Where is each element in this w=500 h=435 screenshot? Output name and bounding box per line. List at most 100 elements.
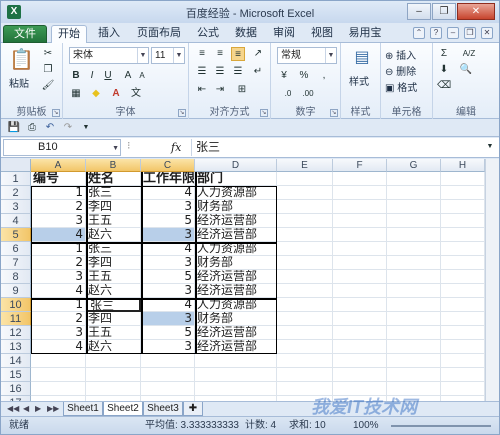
styles-button-label[interactable]: 样式 bbox=[349, 73, 369, 88]
sheet-tab-1[interactable]: Sheet1 bbox=[63, 402, 103, 416]
undo-icon[interactable]: ↶ bbox=[43, 121, 57, 135]
cell-a10[interactable]: 1 bbox=[31, 298, 86, 312]
cell-a4[interactable]: 3 bbox=[31, 214, 86, 228]
new-sheet-icon[interactable]: ✚ bbox=[183, 402, 203, 416]
column-header-h[interactable]: H bbox=[441, 159, 485, 172]
cell-e12[interactable] bbox=[277, 326, 333, 340]
cell-b3[interactable]: 李四 bbox=[86, 200, 141, 214]
next-sheet-icon[interactable]: ▶ bbox=[35, 404, 41, 413]
cell-e11[interactable] bbox=[277, 312, 333, 326]
align-top-icon[interactable]: ≡ bbox=[195, 47, 209, 61]
cell-b1[interactable]: 姓名 bbox=[86, 172, 141, 186]
row-header-1[interactable]: 1 bbox=[1, 172, 31, 186]
column-header-g[interactable]: G bbox=[387, 159, 441, 172]
cell-b5[interactable]: 赵六 bbox=[86, 228, 141, 242]
cell-h4[interactable] bbox=[441, 214, 485, 228]
align-middle-icon[interactable]: ≡ bbox=[213, 47, 227, 61]
name-box[interactable]: B10 ▼ bbox=[3, 139, 121, 156]
cell-d12[interactable]: 经济运营部 bbox=[195, 326, 277, 340]
doc-minimize-icon[interactable]: – bbox=[447, 27, 459, 39]
increase-decimal-icon[interactable]: .0 bbox=[281, 87, 295, 101]
align-right-icon[interactable]: ☰ bbox=[231, 65, 245, 79]
restore-button[interactable]: ❐ bbox=[432, 3, 456, 20]
cell-b11[interactable]: 李四 bbox=[86, 312, 141, 326]
cell-c7[interactable]: 3 bbox=[141, 256, 195, 270]
cell-b9[interactable]: 赵六 bbox=[86, 284, 141, 298]
cell-a13[interactable]: 4 bbox=[31, 340, 86, 354]
cell-f5[interactable] bbox=[333, 228, 387, 242]
customize-qat-icon[interactable]: ▼ bbox=[79, 121, 93, 135]
cell-a2[interactable]: 1 bbox=[31, 186, 86, 200]
cell-h6[interactable] bbox=[441, 242, 485, 256]
doc-restore-icon[interactable]: ❐ bbox=[464, 27, 476, 39]
cell-b4[interactable]: 王五 bbox=[86, 214, 141, 228]
orientation-icon[interactable]: ↗ bbox=[251, 47, 265, 61]
bold-button[interactable]: B bbox=[69, 69, 83, 83]
cell-g14[interactable] bbox=[387, 354, 441, 368]
cell-g12[interactable] bbox=[387, 326, 441, 340]
sheet-tab-3[interactable]: Sheet3 bbox=[143, 402, 183, 416]
cell-h10[interactable] bbox=[441, 298, 485, 312]
cell-d15[interactable] bbox=[195, 368, 277, 382]
phonetic-icon[interactable]: 文 bbox=[129, 87, 143, 101]
cell-h11[interactable] bbox=[441, 312, 485, 326]
italic-button[interactable]: I bbox=[85, 69, 99, 83]
row-header-9[interactable]: 9 bbox=[1, 284, 31, 298]
cell-a1[interactable]: 编号 bbox=[31, 172, 86, 186]
cell-c11[interactable]: 3 bbox=[141, 312, 195, 326]
row-header-4[interactable]: 4 bbox=[1, 214, 31, 228]
insert-cells-button[interactable]: ⊕ 插入 bbox=[385, 47, 416, 62]
cell-a9[interactable]: 4 bbox=[31, 284, 86, 298]
cell-d4[interactable]: 经济运营部 bbox=[195, 214, 277, 228]
cell-b7[interactable]: 李四 bbox=[86, 256, 141, 270]
status-zoom[interactable]: 100% bbox=[353, 417, 379, 434]
cell-h8[interactable] bbox=[441, 270, 485, 284]
alignment-launcher-icon[interactable]: ↘ bbox=[260, 109, 268, 117]
number-launcher-icon[interactable]: ↘ bbox=[330, 109, 338, 117]
cell-h16[interactable] bbox=[441, 382, 485, 396]
cell-f7[interactable] bbox=[333, 256, 387, 270]
column-header-f[interactable]: F bbox=[333, 159, 387, 172]
cell-f12[interactable] bbox=[333, 326, 387, 340]
cell-c13[interactable]: 3 bbox=[141, 340, 195, 354]
font-color-icon[interactable]: A bbox=[109, 87, 123, 101]
cell-e4[interactable] bbox=[277, 214, 333, 228]
percent-button[interactable]: % bbox=[297, 69, 311, 83]
format-painter-icon[interactable]: 🖌 bbox=[41, 79, 55, 93]
autosum-button[interactable]: Σ bbox=[437, 47, 451, 61]
cell-d7[interactable]: 财务部 bbox=[195, 256, 277, 270]
grow-font-button[interactable]: A bbox=[121, 69, 135, 83]
save-icon[interactable]: 💾 bbox=[7, 121, 21, 135]
cell-b15[interactable] bbox=[86, 368, 141, 382]
cell-d11[interactable]: 财务部 bbox=[195, 312, 277, 326]
cell-c6[interactable]: 4 bbox=[141, 242, 195, 256]
row-header-5[interactable]: 5 bbox=[1, 228, 31, 242]
cell-d16[interactable] bbox=[195, 382, 277, 396]
column-header-d[interactable]: D bbox=[195, 159, 277, 172]
cell-a8[interactable]: 3 bbox=[31, 270, 86, 284]
cell-d9[interactable]: 经济运营部 bbox=[195, 284, 277, 298]
cell-h3[interactable] bbox=[441, 200, 485, 214]
worksheet-grid[interactable]: A B C D E F G H 1 编号 姓名 工作年限 部门 2 1 张三 4 人力资源部 3 2 李四 3 财务部 4 3 王… bbox=[1, 159, 499, 401]
row-header-16[interactable]: 16 bbox=[1, 382, 31, 396]
cell-e6[interactable] bbox=[277, 242, 333, 256]
row-header-15[interactable]: 15 bbox=[1, 368, 31, 382]
tab-home[interactable]: 开始 bbox=[51, 25, 87, 44]
cell-d3[interactable]: 财务部 bbox=[195, 200, 277, 214]
row-header-7[interactable]: 7 bbox=[1, 256, 31, 270]
merge-center-icon[interactable]: ⊞ bbox=[235, 83, 249, 97]
align-bottom-icon[interactable]: ≡ bbox=[231, 47, 245, 61]
comma-button[interactable]: , bbox=[317, 69, 331, 83]
cell-a15[interactable] bbox=[31, 368, 86, 382]
redo-icon[interactable]: ↷ bbox=[61, 121, 75, 135]
sort-filter-button[interactable]: A/Z bbox=[459, 47, 479, 61]
cell-h5[interactable] bbox=[441, 228, 485, 242]
increase-indent-icon[interactable]: ⇥ bbox=[213, 83, 227, 97]
cell-g3[interactable] bbox=[387, 200, 441, 214]
cell-g4[interactable] bbox=[387, 214, 441, 228]
cell-e1[interactable] bbox=[277, 172, 333, 186]
cell-g6[interactable] bbox=[387, 242, 441, 256]
tab-file[interactable]: 文件 bbox=[3, 25, 47, 43]
minimize-ribbon-icon[interactable]: ⌃ bbox=[413, 27, 425, 39]
cell-g9[interactable] bbox=[387, 284, 441, 298]
